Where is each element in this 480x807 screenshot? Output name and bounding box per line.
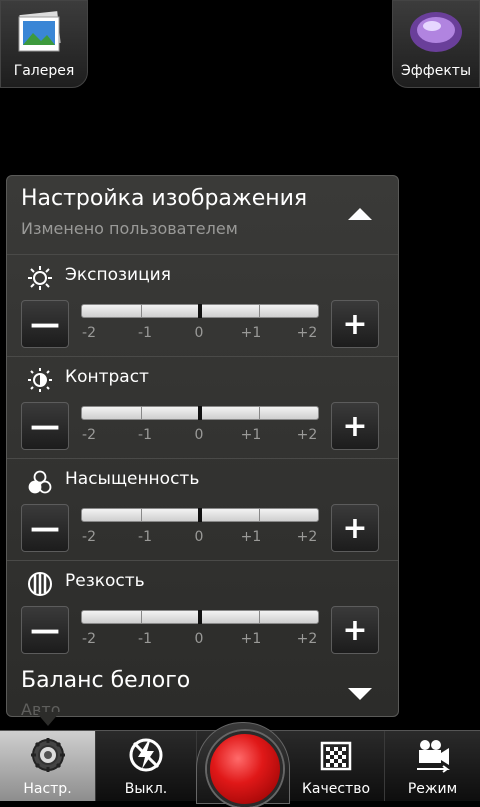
sharpness-slider[interactable] [81, 610, 319, 624]
panel-subtitle: Изменено пользователем [21, 219, 238, 238]
scale-label: +2 [296, 529, 318, 545]
gallery-button[interactable]: Галерея [0, 0, 88, 88]
collapse-arrow-icon[interactable] [340, 198, 380, 228]
scale-label: 0 [194, 427, 204, 443]
contrast-icon [28, 368, 52, 392]
scale-label: +2 [296, 325, 318, 341]
flash-off-icon [129, 738, 163, 772]
gallery-label: Галерея [13, 63, 75, 79]
tab-mode-label: Режим [407, 781, 458, 797]
scale-label: 0 [194, 325, 204, 341]
quality-icon [320, 741, 352, 771]
sharpness-setting: Резкость — -2 -1 0 +1 +2 + [7, 560, 398, 663]
tab-flash-label: Выкл. [124, 781, 168, 797]
scale-label: +2 [296, 631, 318, 647]
tab-flash[interactable]: Выкл. [96, 731, 197, 801]
scale-label: +1 [240, 631, 262, 647]
scale-label: -1 [138, 427, 152, 443]
scale-label: -2 [82, 427, 96, 443]
contrast-minus-button[interactable]: — [21, 402, 69, 450]
sharpness-minus-button[interactable]: — [21, 606, 69, 654]
contrast-setting: Контраст — -2 -1 0 +1 +2 + [7, 356, 398, 459]
sharpness-plus-button[interactable]: + [331, 606, 379, 654]
scale-label: -1 [138, 529, 152, 545]
scale-label: 0 [194, 529, 204, 545]
contrast-plus-button[interactable]: + [331, 402, 379, 450]
shutter-housing [196, 722, 290, 807]
scale-label: +1 [240, 427, 262, 443]
saturation-slider[interactable] [81, 508, 319, 522]
white-balance-title[interactable]: Баланс белого [21, 668, 190, 693]
scale-label: -2 [82, 529, 96, 545]
exposure-label: Экспозиция [65, 265, 171, 285]
shutter-button[interactable] [207, 731, 283, 807]
saturation-slider-thumb[interactable] [198, 508, 202, 522]
saturation-plus-button[interactable]: + [331, 504, 379, 552]
scale-label: 0 [194, 631, 204, 647]
video-camera-icon [416, 740, 450, 773]
exposure-setting: Экспозиция — -2 -1 0 +1 +2 + [7, 254, 398, 357]
saturation-icon [28, 470, 52, 494]
gear-icon [30, 738, 65, 772]
exposure-minus-button[interactable]: — [21, 300, 69, 348]
scale-label: -1 [138, 325, 152, 341]
lens-icon [410, 12, 462, 52]
scale-label: +1 [240, 325, 262, 341]
tab-quality[interactable]: Качество [288, 731, 385, 801]
sharpness-label: Резкость [65, 571, 145, 591]
scale-label: +1 [240, 529, 262, 545]
tab-quality-label: Качество [301, 781, 371, 797]
image-settings-panel: Настройка изображения Изменено пользоват… [6, 175, 399, 717]
panel-pointer [36, 712, 60, 726]
contrast-slider-thumb[interactable] [198, 406, 202, 420]
exposure-plus-button[interactable]: + [331, 300, 379, 348]
effects-label: Эффекты [401, 63, 471, 79]
sharpness-icon [28, 572, 52, 596]
effects-button[interactable]: Эффекты [392, 0, 480, 88]
gallery-icon [18, 11, 61, 52]
contrast-label: Контраст [65, 367, 149, 387]
contrast-slider[interactable] [81, 406, 319, 420]
saturation-minus-button[interactable]: — [21, 504, 69, 552]
scale-label: -2 [82, 325, 96, 341]
expand-arrow-icon[interactable] [340, 678, 380, 708]
exposure-slider-thumb[interactable] [198, 304, 202, 318]
saturation-label: Насыщенность [65, 469, 200, 489]
tab-settings-label: Настр. [23, 781, 72, 797]
tab-mode[interactable]: Режим [385, 731, 480, 801]
scale-label: -2 [82, 631, 96, 647]
panel-title: Настройка изображения [21, 186, 308, 211]
saturation-setting: Насыщенность — -2 -1 0 +1 +2 + [7, 458, 398, 561]
scale-label: -1 [138, 631, 152, 647]
sharpness-slider-thumb[interactable] [198, 610, 202, 624]
sun-icon [28, 266, 52, 290]
tab-settings[interactable]: Настр. [0, 731, 96, 801]
scale-label: +2 [296, 427, 318, 443]
exposure-slider[interactable] [81, 304, 319, 318]
